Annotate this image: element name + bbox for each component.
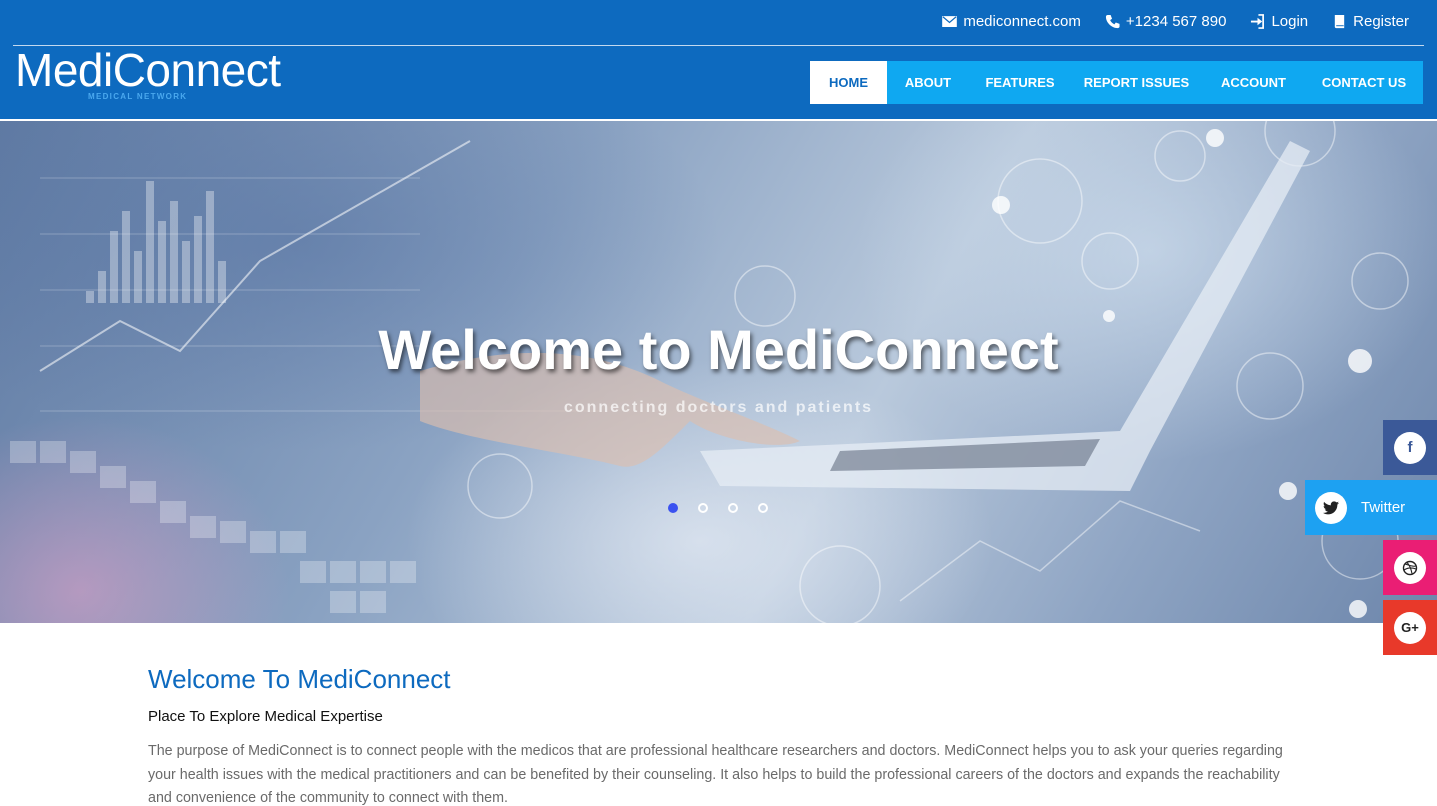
register-label: Register	[1353, 12, 1409, 30]
login-label: Login	[1271, 12, 1309, 30]
main-nav: HOME ABOUT FEATURES REPORT ISSUES ACCOUN…	[810, 61, 1423, 104]
register-link[interactable]: Register	[1332, 13, 1409, 30]
brand-logo[interactable]: MediConnect	[15, 47, 281, 93]
section-subtitle: Place To Explore Medical Expertise	[148, 708, 383, 725]
googleplus-icon: G+	[1394, 611, 1426, 644]
email-link[interactable]: mediconnect.com	[942, 13, 1081, 30]
nav-features[interactable]: FEATURES	[969, 61, 1071, 104]
nav-report-issues[interactable]: REPORT ISSUES	[1071, 61, 1202, 104]
carousel-dot-2[interactable]	[698, 503, 708, 513]
googleplus-button[interactable]: G+	[1383, 600, 1437, 655]
envelope-icon	[942, 15, 958, 27]
twitter-icon	[1315, 491, 1347, 524]
sign-in-icon	[1251, 13, 1265, 29]
phone-link[interactable]: +1234 567 890	[1105, 12, 1227, 30]
book-icon	[1334, 14, 1345, 28]
login-link[interactable]: Login	[1250, 13, 1308, 30]
phone-icon	[1105, 14, 1120, 28]
email-text: mediconnect.com	[963, 12, 1081, 30]
facebook-button[interactable]: f	[1383, 420, 1437, 475]
hero-carousel: Welcome to MediConnect connecting doctor…	[0, 121, 1437, 623]
section-body: The purpose of MediConnect is to connect…	[148, 743, 1283, 806]
dribbble-icon	[1394, 551, 1426, 584]
nav-account[interactable]: ACCOUNT	[1202, 61, 1305, 104]
top-contact-bar: mediconnect.com +1234 567 890 Login Regi…	[942, 0, 1409, 42]
nav-contact-us[interactable]: CONTACT US	[1305, 61, 1423, 104]
carousel-indicators	[668, 503, 768, 513]
facebook-icon: f	[1394, 431, 1426, 464]
carousel-dot-4[interactable]	[758, 503, 768, 513]
twitter-label: Twitter	[1361, 499, 1406, 516]
brand-tagline: MEDICAL NETWORK	[88, 92, 188, 101]
section-title: Welcome To MediConnect	[148, 664, 451, 694]
site-header: mediconnect.com +1234 567 890 Login Regi…	[0, 0, 1437, 119]
carousel-dot-1[interactable]	[668, 503, 678, 513]
hero-title: Welcome to MediConnect	[378, 318, 1059, 381]
carousel-dot-3[interactable]	[728, 503, 738, 513]
nav-home[interactable]: HOME	[810, 61, 887, 104]
nav-about[interactable]: ABOUT	[887, 61, 969, 104]
dribbble-button[interactable]	[1383, 540, 1437, 595]
twitter-button[interactable]: Twitter	[1305, 480, 1437, 535]
phone-text: +1234 567 890	[1125, 12, 1227, 30]
hero-subtitle: connecting doctors and patients	[563, 399, 874, 416]
